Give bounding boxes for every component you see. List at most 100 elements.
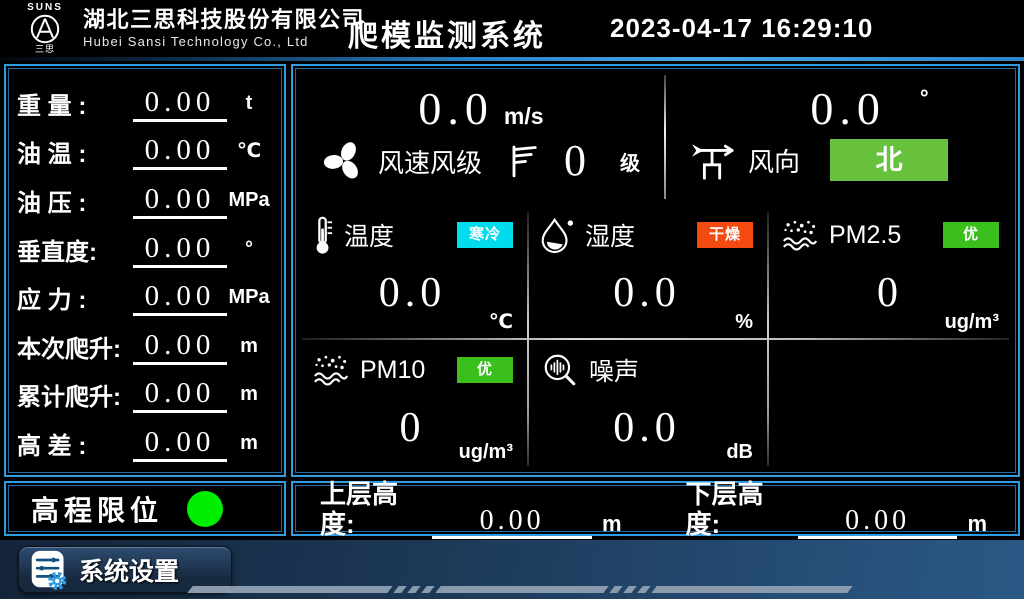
wind-level-value: 0 (564, 139, 586, 183)
sidebar-row-total-climb: 累计爬升: 0.00 m (17, 369, 271, 418)
taskbar-decorative-stripe (190, 586, 850, 593)
company-logo: SUNS 三思 湖北三思科技股份有限公司 Hubei Sansi Technol… (16, 1, 365, 56)
row-value: 0.00 (133, 330, 227, 365)
suns-logo-icon: SUNS 三思 (16, 3, 74, 54)
header: SUNS 三思 湖北三思科技股份有限公司 Hubei Sansi Technol… (0, 0, 1024, 57)
upper-height-group: 上层高度: 0.00 m (320, 479, 622, 539)
row-value: 0.00 (133, 281, 227, 316)
row-label: 高 差 : (17, 432, 133, 462)
status-badge: 优 (943, 222, 999, 248)
sidebar-row-oil-temp: 油 温 : 0.00 ℃ (17, 126, 271, 175)
fan-icon (322, 139, 366, 183)
status-badge: 干燥 (697, 222, 753, 248)
sensor-unit: ug/m³ (945, 311, 999, 334)
upper-height-label: 上层高度: (320, 479, 432, 539)
row-unit: MPa (227, 185, 271, 219)
upper-height-value: 0.00 (432, 506, 592, 539)
elevation-limit-label: 高程限位 (31, 489, 163, 529)
status-badge: 优 (457, 357, 513, 383)
measurements-sidebar-panel: 重 量 : 0.00 t 油 温 : 0.00 ℃ 油 压 : 0.00 MPa… (4, 64, 286, 477)
settings-button-label: 系统设置 (79, 552, 179, 588)
wind-speed-unit: m/s (504, 103, 544, 130)
sensor-unit: ℃ (489, 309, 513, 334)
logo-bottom-text: 三思 (35, 45, 55, 54)
elevation-limit-panel: 高程限位 (4, 481, 286, 536)
sensor-value: 0.0 (541, 404, 753, 452)
row-unit: m (227, 331, 271, 365)
sensor-value: 0.0 (541, 269, 753, 317)
row-label: 油 温 : (17, 140, 133, 170)
status-badge: 寒冷 (457, 222, 513, 248)
taskbar: 系统设置 (0, 540, 1024, 599)
sensor-value: 0.0 (312, 269, 513, 317)
sidebar-row-stress: 应 力 : 0.00 MPa (17, 272, 271, 321)
sensor-label: 噪声 (589, 352, 639, 388)
wind-direction-badge: 北 (830, 139, 948, 181)
wind-direction-label: 风向 (748, 142, 800, 179)
row-unit: ℃ (227, 136, 271, 170)
sensor-cell-pm10: PM10 优 0 ug/m³ (298, 340, 527, 470)
sensor-label: 温度 (344, 217, 394, 253)
wind-direction-section: 0.0 ° (666, 71, 1013, 205)
row-value: 0.00 (133, 87, 227, 122)
row-label: 累计爬升: (17, 383, 133, 413)
green-circle-indicator (187, 491, 223, 527)
company-name-cn: 湖北三思科技股份有限公司 (83, 7, 365, 33)
sensor-value: 0 (781, 269, 999, 317)
wind-level-unit: 级 (620, 147, 640, 176)
sidebar-row-weight: 重 量 : 0.00 t (17, 77, 271, 126)
lower-height-unit: m (967, 509, 987, 539)
sensor-unit: dB (726, 441, 753, 464)
sensor-label: 湿度 (585, 217, 635, 253)
sidebar-row-oil-pressure: 油 压 : 0.00 MPa (17, 174, 271, 223)
lower-height-group: 下层高度: 0.00 m (686, 479, 988, 539)
droplet-icon (541, 216, 575, 254)
thermometer-icon (312, 215, 334, 255)
row-unit: ° (227, 234, 271, 268)
layer-heights-panel: 上层高度: 0.00 m 下层高度: 0.00 m (291, 481, 1020, 536)
sensor-unit: ug/m³ (459, 441, 513, 464)
row-label: 垂直度: (17, 238, 133, 268)
sensor-cell-humidity: 湿度 干燥 0.0 % (527, 205, 767, 340)
wind-section: 0.0 m/s 风速风级 (298, 71, 1013, 205)
lower-height-label: 下层高度: (686, 479, 798, 539)
wind-direction-value: 0.0 (810, 85, 886, 133)
sensor-label: PM2.5 (829, 221, 901, 250)
page-title: 爬模监测系统 (348, 11, 546, 55)
sensor-cell-temperature: 温度 寒冷 0.0 ℃ (298, 205, 527, 340)
company-name-en: Hubei Sansi Technology Co., Ltd (83, 33, 365, 50)
row-label: 本次爬升: (17, 335, 133, 365)
environment-main-panel: 0.0 m/s 风速风级 (291, 64, 1020, 477)
row-unit: t (227, 88, 271, 122)
particles-icon (312, 353, 350, 387)
row-value: 0.00 (133, 184, 227, 219)
row-label: 油 压 : (17, 189, 133, 219)
row-label: 应 力 : (17, 286, 133, 316)
row-value: 0.00 (133, 233, 227, 268)
row-value: 0.00 (133, 135, 227, 170)
wind-speed-label: 风速风级 (378, 143, 482, 180)
circle-a-logo-icon (29, 13, 61, 45)
row-value: 0.00 (133, 378, 227, 413)
sidebar-row-height-diff: 高 差 : 0.00 m (17, 417, 271, 466)
row-value: 0.00 (133, 427, 227, 462)
datetime-display: 2023-04-17 16:29:10 (610, 13, 873, 44)
row-unit: m (227, 379, 271, 413)
logo-top-text: SUNS (27, 3, 63, 13)
sensor-cell-empty (767, 340, 1013, 470)
sensor-cell-pm25: PM2.5 优 0 ug/m³ (767, 205, 1013, 340)
wind-vane-icon (690, 139, 736, 181)
sidebar-row-current-climb: 本次爬升: 0.00 m (17, 320, 271, 369)
sliders-gear-icon (29, 549, 69, 591)
row-unit: MPa (227, 282, 271, 316)
row-unit: m (227, 428, 271, 462)
sensor-cell-noise: 噪声 0.0 dB (527, 340, 767, 470)
lower-height-value: 0.00 (798, 506, 958, 539)
wind-speed-value: 0.0 (418, 85, 494, 133)
wind-level-flag-icon (508, 143, 538, 179)
sensor-label: PM10 (360, 356, 425, 385)
particles-icon (781, 218, 819, 252)
header-divider-line (0, 57, 1024, 61)
wind-direction-unit: ° (920, 85, 929, 111)
sidebar-row-verticality: 垂直度: 0.00 ° (17, 223, 271, 272)
